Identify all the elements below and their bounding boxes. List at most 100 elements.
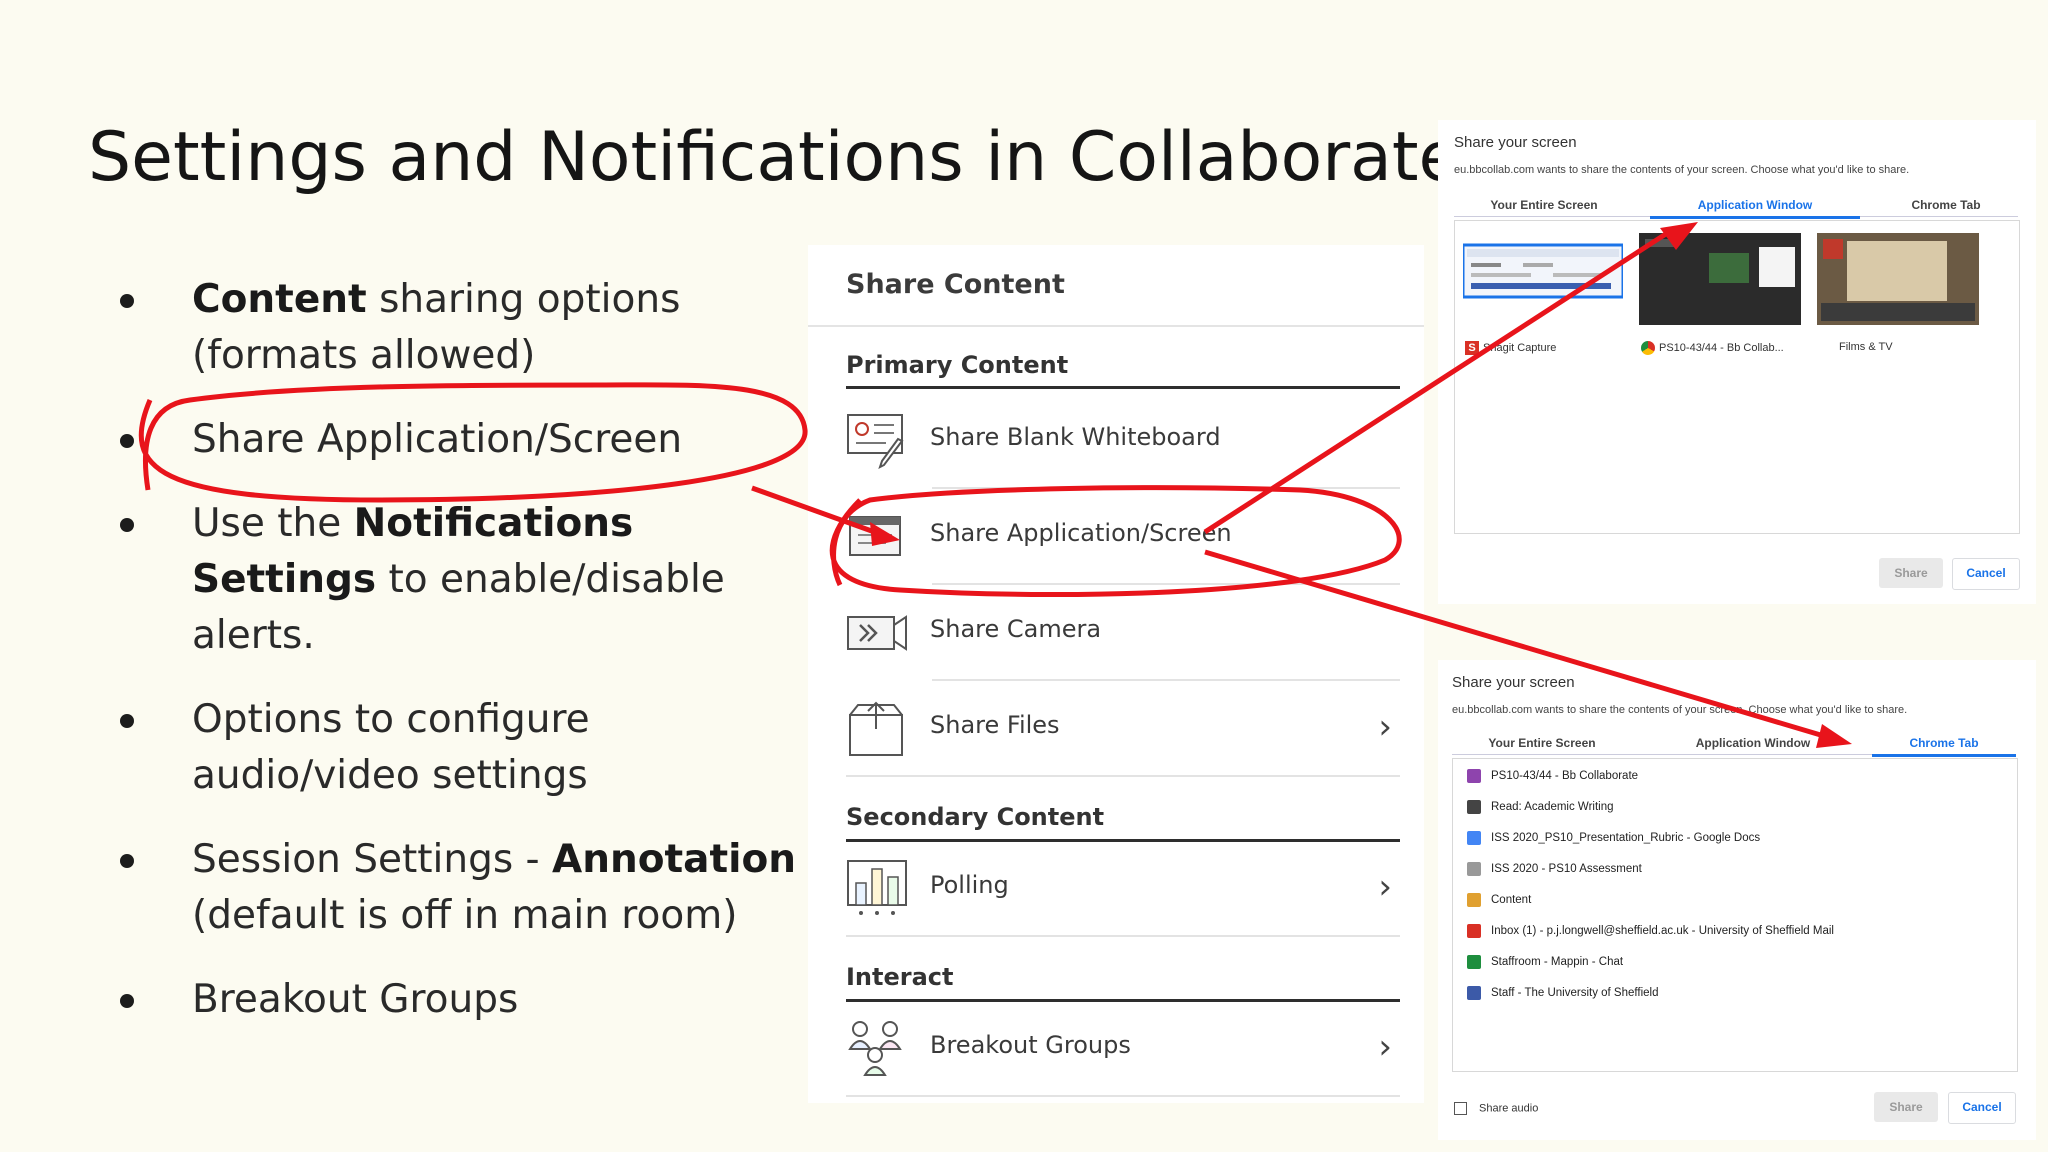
chrome-tab-label: ISS 2020_PS10_Presentation_Rubric - Goog… <box>1491 832 1761 845</box>
bullet-list: Content sharing options (formats allowed… <box>112 272 812 1056</box>
share-application-screen-item[interactable]: Share Application/Screen <box>846 501 1400 571</box>
tab-entire-screen[interactable]: Your Entire Screen <box>1454 196 1634 216</box>
divider <box>932 679 1400 681</box>
files-icon <box>849 701 903 756</box>
dialog-subtitle: eu.bbcollab.com wants to share the conte… <box>1452 704 1908 716</box>
section-primary: Primary Content <box>846 351 1069 379</box>
section-secondary: Secondary Content <box>846 803 1105 831</box>
chrome-tab-item[interactable]: Content <box>1467 893 1531 915</box>
item-label: Breakout Groups <box>930 1031 1131 1059</box>
collab-icon <box>1467 769 1481 783</box>
panel-header: Share Content <box>846 269 1065 300</box>
bullet-text: Share Application/Screen <box>192 417 683 462</box>
item-label: Share Application/Screen <box>930 519 1232 547</box>
shield-icon <box>1467 986 1481 1000</box>
section-underline <box>846 386 1400 389</box>
chat-icon <box>1467 955 1481 969</box>
window-thumbnail-collab[interactable] <box>1639 233 1801 325</box>
bullet-bold: Content <box>192 277 367 322</box>
checkbox-icon[interactable] <box>1454 1102 1467 1115</box>
polling-item[interactable]: Polling › <box>846 853 1400 923</box>
section-underline <box>846 839 1400 842</box>
tab-chrome-tab[interactable]: Chrome Tab <box>1872 734 2016 757</box>
collab-preview-icon <box>1639 233 1801 325</box>
section-underline <box>846 999 1400 1002</box>
tab-bar: Your Entire Screen Application Window Ch… <box>1452 734 2016 757</box>
share-button[interactable]: Share <box>1874 1092 1938 1122</box>
chrome-tab-item[interactable]: Inbox (1) - p.j.longwell@sheffield.ac.uk… <box>1467 924 1834 946</box>
window-picker: S Snagit Capture PS10-43/44 - Bb Collab..… <box>1454 220 2020 534</box>
breakout-groups-item[interactable]: Breakout Groups › <box>846 1013 1400 1083</box>
camera-icon <box>847 615 907 651</box>
section-interact: Interact <box>846 963 954 991</box>
gmail-icon <box>1467 924 1481 938</box>
chevron-right-icon: › <box>1378 867 1392 907</box>
tab-entire-screen[interactable]: Your Entire Screen <box>1452 734 1632 754</box>
chrome-tab-label: Staff - The University of Sheffield <box>1491 987 1659 1000</box>
share-files-item[interactable]: Share Files › <box>846 693 1400 763</box>
cancel-button[interactable]: Cancel <box>1948 1092 2016 1124</box>
bullet-audio-video: Options to configure audio/video setting… <box>112 692 812 804</box>
chrome-tab-label: PS10-43/44 - Bb Collaborate <box>1491 770 1639 783</box>
chrome-tab-label: Inbox (1) - p.j.longwell@sheffield.ac.uk… <box>1491 925 1834 938</box>
chrome-tab-list: PS10-43/44 - Bb Collaborate Read: Academi… <box>1452 758 2018 1072</box>
window-thumbnail-snagit[interactable] <box>1461 233 1625 325</box>
cancel-button[interactable]: Cancel <box>1952 558 2020 590</box>
globe-icon <box>1467 800 1481 814</box>
breakout-groups-icon <box>848 1021 902 1076</box>
lines-icon <box>1467 862 1481 876</box>
divider <box>846 1095 1400 1097</box>
bullet-share-app: Share Application/Screen <box>112 412 812 468</box>
item-label: Share Camera <box>930 615 1102 643</box>
chevron-right-icon: › <box>1378 707 1392 747</box>
bullet-notifications: Use the Notifications Settings to enable… <box>112 496 812 664</box>
bullet-text: (default is off in main room) <box>192 893 738 938</box>
dialog-subtitle: eu.bbcollab.com wants to share the conte… <box>1454 164 1910 176</box>
slide-title: Settings and Notifications in Collaborat… <box>88 118 1461 197</box>
divider <box>932 583 1400 585</box>
window-label: PS10-43/44 - Bb Collab... <box>1641 341 1784 355</box>
chrome-tab-item[interactable]: ISS 2020_PS10_Presentation_Rubric - Goog… <box>1467 831 1760 853</box>
share-camera-item[interactable]: Share Camera <box>846 597 1400 667</box>
bullet-text: Use the <box>192 501 354 546</box>
docs-icon <box>1467 831 1481 845</box>
item-label: Share Blank Whiteboard <box>930 423 1221 451</box>
polling-icon <box>847 860 907 915</box>
bullet-text: Options to configure audio/video setting… <box>192 697 590 798</box>
chrome-tab-label: Staffroom - Mappin - Chat <box>1491 956 1624 969</box>
dialog-title: Share your screen <box>1452 674 1575 691</box>
bullet-text: Breakout Groups <box>192 977 519 1022</box>
tab-bar: Your Entire Screen Application Window Ch… <box>1454 196 2018 219</box>
bullet-content: Content sharing options (formats allowed… <box>112 272 812 384</box>
bullet-breakout: Breakout Groups <box>112 972 812 1028</box>
window-label-text: Snagit Capture <box>1483 342 1557 354</box>
window-label: S Snagit Capture <box>1465 341 1556 355</box>
divider <box>808 325 1424 327</box>
films-preview-icon <box>1817 233 1979 325</box>
chrome-tab-item[interactable]: Staffroom - Mappin - Chat <box>1467 955 1623 977</box>
window-label: Films & TV <box>1839 341 1893 353</box>
share-screen-dialog-chrome-tab: Share your screen eu.bbcollab.com wants … <box>1438 660 2036 1140</box>
share-screen-dialog-app-window: Share your screen eu.bbcollab.com wants … <box>1438 120 2036 604</box>
share-content-panel: Share Content Primary Content Share Blan… <box>808 245 1424 1103</box>
share-button[interactable]: Share <box>1879 558 1943 588</box>
share-audio-option[interactable]: Share audio <box>1454 1102 1538 1115</box>
bullet-session-settings: Session Settings - Annotation (default i… <box>112 832 812 944</box>
tab-application-window[interactable]: Application Window <box>1648 734 1858 754</box>
chrome-tab-item[interactable]: PS10-43/44 - Bb Collaborate <box>1467 769 1638 791</box>
snagit-icon: S <box>1465 341 1479 355</box>
tab-chrome-tab[interactable]: Chrome Tab <box>1874 196 2018 216</box>
chrome-tab-item[interactable]: Staff - The University of Sheffield <box>1467 986 1658 1008</box>
chrome-tab-item[interactable]: ISS 2020 - PS10 Assessment <box>1467 862 1642 884</box>
window-thumbnail-films[interactable] <box>1817 233 1979 325</box>
share-whiteboard-item[interactable]: Share Blank Whiteboard <box>846 405 1400 475</box>
tab-application-window[interactable]: Application Window <box>1650 196 1860 219</box>
whiteboard-icon <box>847 414 904 469</box>
content-icon <box>1467 893 1481 907</box>
chrome-tab-label: ISS 2020 - PS10 Assessment <box>1491 863 1642 876</box>
chrome-tab-item[interactable]: Read: Academic Writing <box>1467 800 1614 822</box>
chevron-right-icon: › <box>1378 1027 1392 1067</box>
application-screen-icon <box>849 516 901 556</box>
chrome-icon <box>1641 341 1655 355</box>
item-label: Polling <box>930 871 1009 899</box>
